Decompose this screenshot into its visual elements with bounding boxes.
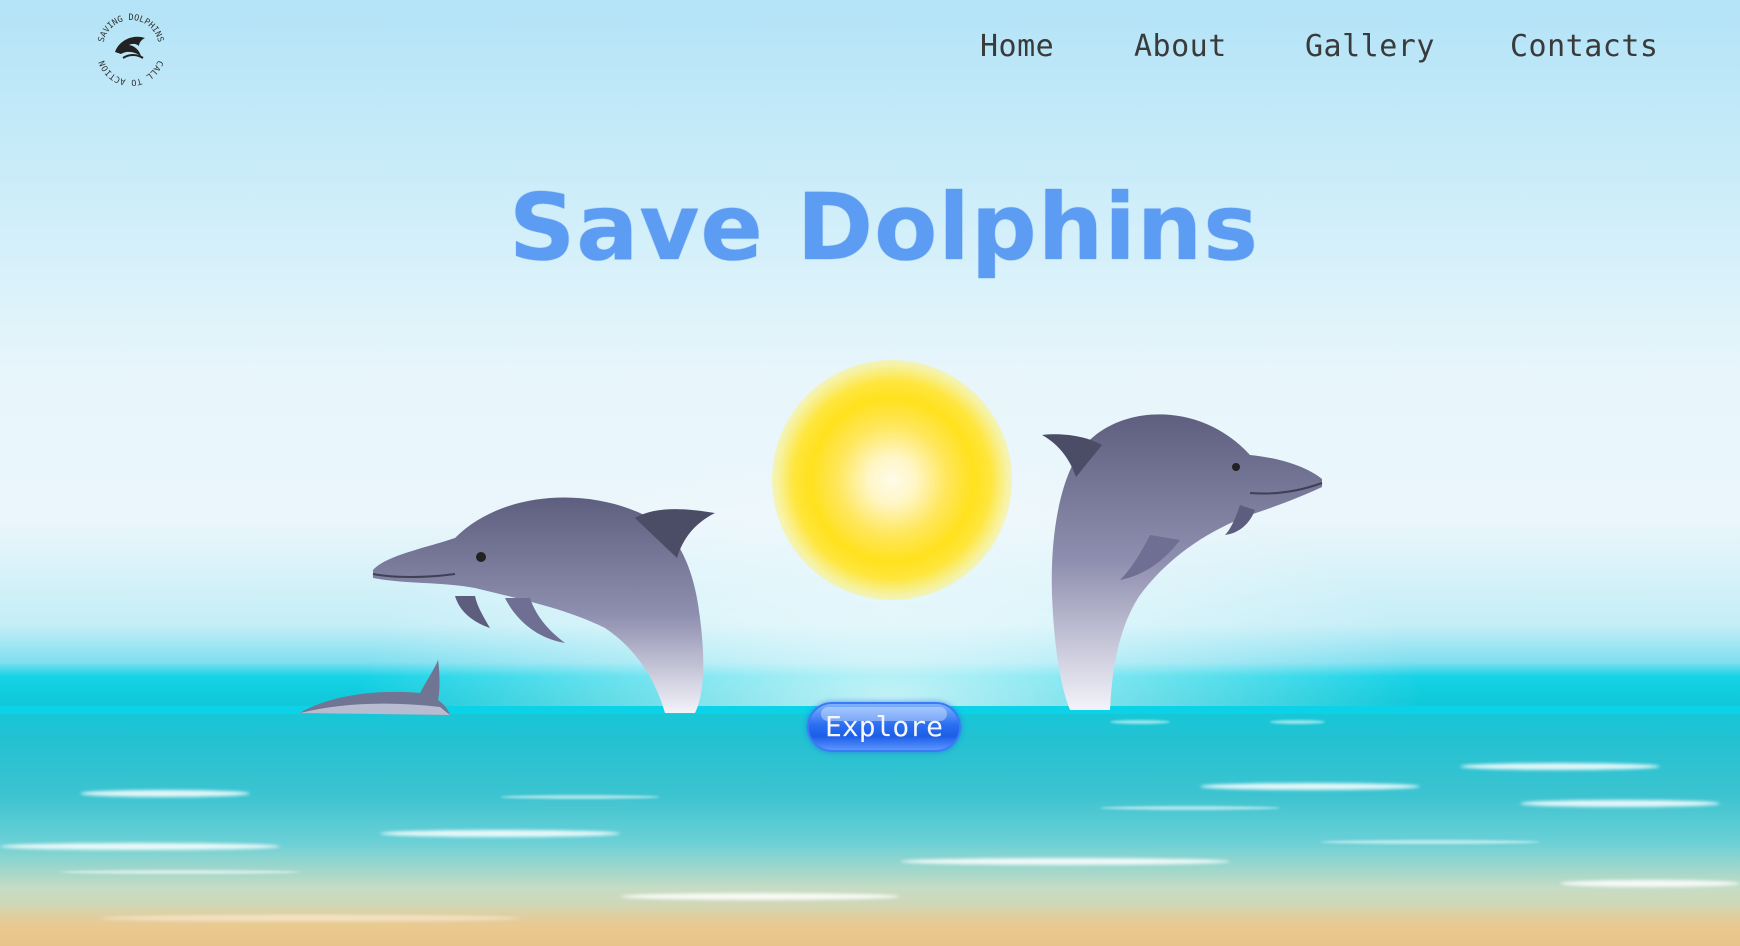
explore-button[interactable]: Explore	[807, 702, 961, 752]
foam	[60, 870, 300, 874]
wave	[0, 843, 280, 850]
wave	[1460, 763, 1660, 770]
beach-sand	[0, 905, 1740, 946]
small-dolphin-image	[300, 659, 450, 715]
sun-illustration	[772, 360, 1012, 600]
foam	[1270, 720, 1325, 724]
explore-button-label: Explore	[824, 710, 943, 743]
foam	[500, 795, 660, 799]
wave	[900, 858, 1230, 865]
nav-contacts-link[interactable]: Contacts	[1510, 22, 1659, 72]
wave	[1560, 880, 1740, 887]
hero-background	[0, 0, 1740, 946]
nav-about-link[interactable]: About	[1134, 22, 1227, 72]
hero-title: Save Dolphins	[509, 173, 1259, 281]
wave	[620, 893, 900, 900]
foam	[1320, 840, 1540, 844]
main-nav: Home About Gallery Contacts	[0, 22, 1740, 72]
wave	[1520, 800, 1720, 807]
nav-home-link[interactable]: Home	[980, 22, 1054, 72]
foam	[1110, 720, 1170, 724]
nav-gallery-link[interactable]: Gallery	[1305, 22, 1435, 72]
wave	[80, 790, 250, 797]
foam	[1100, 806, 1280, 810]
wave	[380, 830, 620, 837]
wave	[1200, 783, 1420, 790]
right-dolphin-image	[1042, 414, 1323, 710]
